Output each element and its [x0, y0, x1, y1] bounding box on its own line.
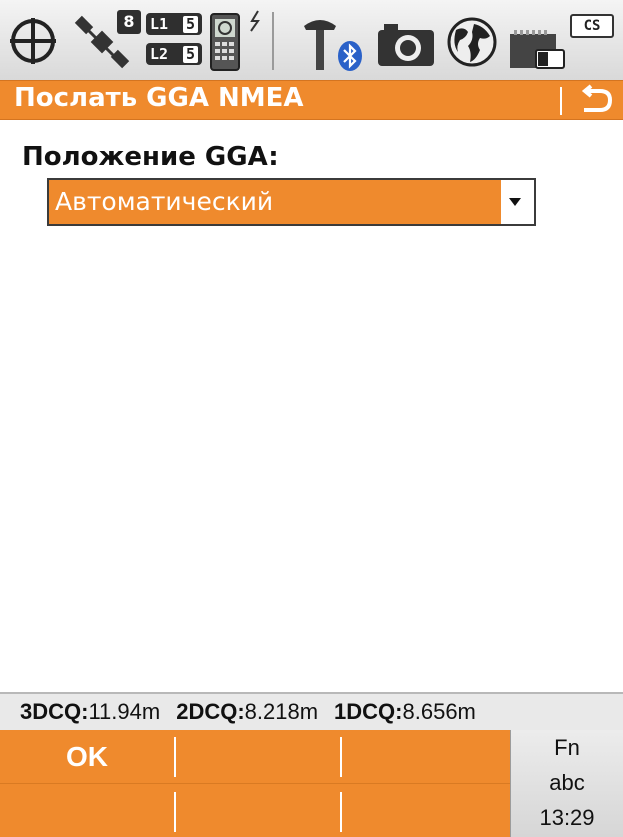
- status-divider: [272, 12, 274, 70]
- softkey-f3[interactable]: [342, 730, 510, 783]
- l2-indicator[interactable]: L2 5: [146, 43, 202, 65]
- lightning-icon: [250, 10, 260, 32]
- cq1d-item: 1DCQ:8.656m: [334, 699, 476, 725]
- cq1d-label: 1DCQ:: [334, 699, 403, 724]
- crosshair-icon[interactable]: [8, 16, 58, 66]
- softkey-f5[interactable]: [176, 784, 340, 837]
- cs-badge[interactable]: CS: [570, 14, 614, 38]
- softkey-f6[interactable]: [342, 784, 510, 837]
- gga-position-dropdown[interactable]: Автоматический: [47, 178, 536, 226]
- softkey-divider: [340, 792, 342, 832]
- globe-icon[interactable]: [446, 16, 498, 68]
- cq2d-item: 2DCQ:8.218m: [176, 699, 318, 725]
- satellite-count: 8: [117, 10, 141, 34]
- softkey-divider: [340, 737, 342, 777]
- l1-indicator[interactable]: L1 5: [146, 13, 202, 35]
- cq2d-label: 2DCQ:: [176, 699, 245, 724]
- l1-count: 5: [182, 15, 198, 33]
- cq3d-value: 11.94m: [88, 699, 161, 724]
- fn-panel: Fn abc 13:29: [510, 730, 623, 837]
- fn-key[interactable]: Fn: [511, 730, 623, 765]
- phone-icon[interactable]: [208, 12, 242, 72]
- l1-label: L1: [150, 15, 169, 33]
- antenna-icon[interactable]: [300, 12, 340, 72]
- input-mode[interactable]: abc: [511, 765, 623, 800]
- cq3d-item: 3DCQ:11.94m: [20, 699, 160, 725]
- page-title: Послать GGA NMEA: [14, 83, 304, 113]
- softkey-divider: [174, 792, 176, 832]
- softkey-row-divider: [0, 783, 510, 784]
- coordinate-quality-bar: 3DCQ:11.94m 2DCQ:8.218m 1DCQ:8.656m: [0, 692, 623, 730]
- l2-count: 5: [182, 45, 198, 63]
- dropdown-arrow-icon[interactable]: [502, 184, 528, 220]
- gga-position-label: Положение GGA:: [22, 142, 279, 172]
- cq3d-label: 3DCQ:: [20, 699, 89, 724]
- title-bar: Послать GGA NMEA: [0, 80, 623, 120]
- softkey-f2[interactable]: [176, 730, 340, 783]
- cq1d-value: 8.656m: [402, 699, 476, 724]
- battery-icon[interactable]: [508, 30, 568, 70]
- softkey-f4[interactable]: [0, 784, 174, 837]
- back-arrow-icon[interactable]: [574, 83, 618, 119]
- bluetooth-icon[interactable]: [336, 40, 364, 72]
- status-bar: 8 L1 5 L2 5 CS: [0, 0, 623, 80]
- ok-button[interactable]: OK: [0, 730, 174, 783]
- title-divider: [560, 87, 562, 115]
- clock: 13:29: [539, 805, 595, 830]
- softkey-bar: OK: [0, 730, 510, 837]
- l2-label: L2: [150, 45, 169, 63]
- softkey-divider: [174, 737, 176, 777]
- camera-icon[interactable]: [376, 22, 436, 68]
- dropdown-selected-value: Автоматический: [49, 180, 501, 224]
- cq2d-value: 8.218m: [244, 699, 319, 724]
